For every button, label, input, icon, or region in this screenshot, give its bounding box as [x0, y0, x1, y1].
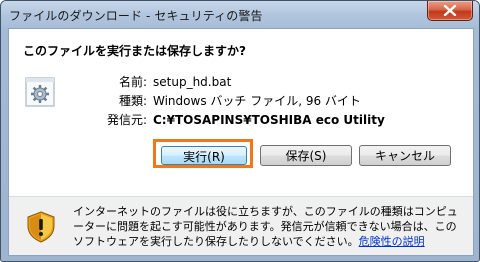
from-label: 発信元:	[106, 113, 147, 127]
title-bar[interactable]: ファイルのダウンロード - セキュリティの警告	[1, 1, 479, 27]
name-label: 名前:	[118, 75, 147, 89]
file-type-value: Windows バッチ ファイル, 96 バイト	[153, 94, 361, 108]
file-info-values: setup_hd.bat Windows バッチ ファイル, 96 バイト C:…	[153, 73, 385, 130]
file-info-labels: 名前: 種類: 発信元:	[105, 73, 147, 130]
security-warning-text: インターネットのファイルは役に立ちますが、このファイルの種類はコンピューターに問…	[73, 204, 465, 249]
save-button[interactable]: 保存(S)	[260, 145, 352, 166]
warning-footer: インターネットのファイルは役に立ちますが、このファイルの種類はコンピューターに問…	[9, 197, 473, 255]
run-button[interactable]: 実行(R)	[161, 146, 247, 165]
download-security-warning-dialog: ファイルのダウンロード - セキュリティの警告 このファイルを実行または保存しま…	[0, 0, 480, 262]
batch-file-gear-icon	[25, 77, 55, 107]
close-button[interactable]	[427, 1, 473, 21]
risk-explanation-link[interactable]: 危険性の説明	[359, 235, 425, 248]
file-name-value: setup_hd.bat	[153, 75, 232, 89]
close-icon	[443, 5, 457, 16]
file-source-value: C:¥TOSAPINS¥TOSHIBA eco Utility	[153, 113, 385, 127]
type-label: 種類:	[118, 94, 147, 108]
security-warning-shield-icon	[27, 211, 55, 243]
dialog-body: このファイルを実行または保存しますか? 名前: 種類: 発信元: setup_h…	[8, 28, 474, 256]
dialog-question: このファイルを実行または保存しますか?	[23, 44, 246, 58]
window-title: ファイルのダウンロード - セキュリティの警告	[9, 9, 263, 23]
cancel-button[interactable]: キャンセル	[359, 145, 451, 166]
